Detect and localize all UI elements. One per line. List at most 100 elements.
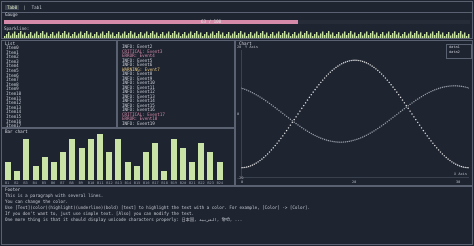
chart-xtick-left: 0 <box>241 180 244 184</box>
data2-point <box>420 95 423 98</box>
sparkline-bar <box>256 31 258 38</box>
data2-point <box>390 118 392 120</box>
data2-point <box>371 131 373 133</box>
data2-point <box>437 87 440 90</box>
sparkline-bar <box>172 33 174 38</box>
bar <box>5 161 11 180</box>
data1-point <box>441 153 444 155</box>
data1-point <box>437 149 440 151</box>
bar <box>170 138 177 180</box>
sparkline-bar <box>440 34 442 38</box>
sparkline-bar <box>18 33 20 38</box>
data1-point <box>310 94 312 96</box>
data2-point <box>403 107 406 110</box>
sparkline-bar <box>400 36 402 38</box>
data1-point <box>255 162 257 164</box>
sparkline-bar <box>370 33 372 38</box>
sparkline-bar <box>434 35 436 38</box>
data1-point <box>373 66 375 69</box>
data1-point <box>426 135 428 137</box>
data2-point <box>424 93 426 96</box>
sparkline-bar <box>196 31 198 38</box>
sparkline-bar <box>300 31 302 38</box>
data1-point <box>299 110 301 112</box>
sparkline-bar <box>246 36 248 38</box>
sparkline-bar <box>52 32 54 38</box>
sparkline-bar <box>152 31 154 38</box>
data1-point <box>325 75 328 77</box>
data1-point <box>390 84 392 86</box>
sparkline-bar <box>346 35 348 38</box>
data2-point <box>392 116 394 119</box>
data1-point <box>430 140 432 142</box>
data1-point <box>424 132 426 134</box>
sparkline-bar <box>230 35 232 38</box>
sparkline-bar <box>98 35 100 38</box>
sparkline-bar <box>68 32 70 38</box>
data2-point <box>253 93 255 95</box>
sparkline-bar <box>208 35 210 38</box>
sparkline-bar <box>216 33 218 38</box>
sparkline-bar <box>432 31 434 38</box>
data2-point <box>413 100 415 103</box>
data1-point <box>365 62 368 64</box>
data2-point <box>280 111 282 113</box>
sparkline-bar <box>292 34 294 38</box>
data1-point <box>447 158 449 160</box>
data2-point <box>460 85 463 88</box>
sparkline-bar <box>222 32 224 38</box>
data2-point <box>382 123 385 126</box>
sparkline-bar <box>276 33 278 38</box>
data2-point <box>341 141 343 143</box>
data2-point <box>380 125 383 127</box>
data1-point <box>460 165 463 168</box>
data2-point <box>422 94 425 97</box>
data2-point <box>303 128 305 130</box>
data2-point <box>344 141 347 143</box>
sparkline-bar <box>112 32 114 38</box>
data1-point <box>407 107 409 110</box>
sparkline-bar <box>194 33 196 38</box>
data1-point <box>289 124 292 126</box>
bar <box>143 152 149 180</box>
data1-point <box>344 61 347 63</box>
sparkline-bar <box>128 33 130 38</box>
data2-point <box>329 140 331 142</box>
chart-xtick-right: 30 <box>456 180 461 184</box>
data1-point <box>304 102 307 104</box>
sparkline-bar <box>178 32 180 38</box>
data1-point <box>382 75 385 77</box>
data2-point <box>451 85 453 87</box>
sparkline-bar <box>464 32 466 38</box>
data2-point <box>407 105 409 107</box>
sparkline-bar <box>104 35 106 38</box>
data1-point <box>327 73 330 75</box>
sparkline-bar <box>28 34 30 38</box>
sparkline-bar <box>8 32 10 38</box>
sparkline-bar <box>144 33 146 38</box>
sparkline-bar <box>362 35 364 38</box>
data1-point <box>331 69 333 72</box>
data2-point <box>455 85 457 87</box>
data2-point <box>325 139 328 141</box>
sparkline-bar <box>4 36 6 38</box>
sparkline-bar <box>114 36 116 38</box>
data2-point <box>306 130 309 133</box>
data2-point <box>377 127 379 130</box>
tab-0[interactable]: Tab0 <box>5 4 20 10</box>
sparkline-bar <box>290 36 292 38</box>
data2-point <box>295 122 297 125</box>
data2-point <box>263 98 265 101</box>
sparkline-bar <box>156 32 158 38</box>
sparkline-bar <box>414 33 416 38</box>
tab-bar: Tab0 | Tab1 <box>5 4 44 10</box>
tab-1[interactable]: Tab1 <box>30 5 44 10</box>
sparkline-bar <box>234 31 236 38</box>
data1-point <box>261 158 263 160</box>
sparkline-bar <box>170 35 172 38</box>
data2-point <box>246 89 248 91</box>
line-chart <box>241 50 469 178</box>
sparkline-bar <box>26 36 28 38</box>
data2-point <box>409 103 411 106</box>
sparkline-bar <box>442 32 444 38</box>
